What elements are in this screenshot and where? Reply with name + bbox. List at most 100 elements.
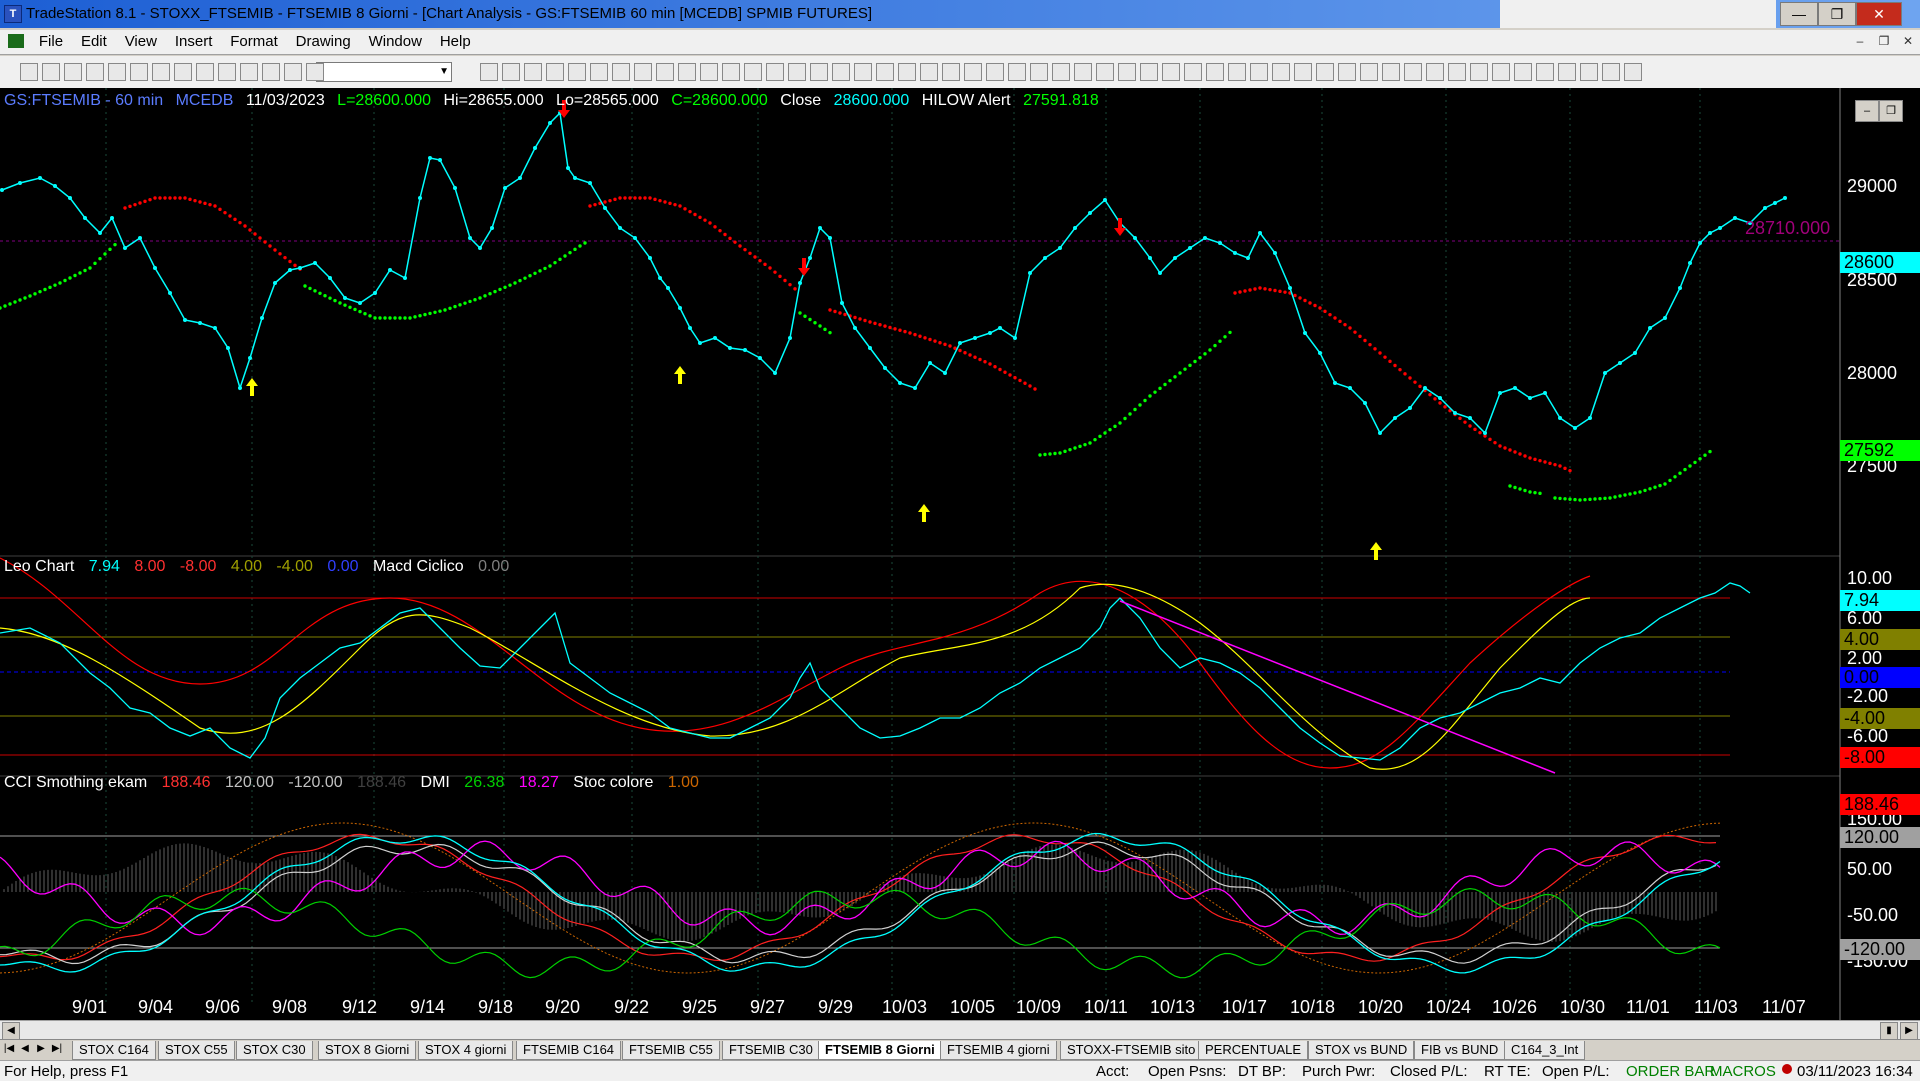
toolbar-tool-icon[interactable]: [86, 63, 104, 81]
toolbar-tool-icon[interactable]: [1624, 63, 1642, 81]
mdi-restore-icon[interactable]: ❐: [1874, 34, 1894, 50]
toolbar-tool-icon[interactable]: [1030, 63, 1048, 81]
mdi-minimize-icon[interactable]: –: [1850, 34, 1870, 50]
toolbar-tool-icon[interactable]: [1272, 63, 1290, 81]
toolbar-tool-icon[interactable]: [1250, 63, 1268, 81]
toolbar-tool-icon[interactable]: [1382, 63, 1400, 81]
workspace-tab[interactable]: FIB vs BUND: [1414, 1041, 1506, 1060]
toolbar-tool-icon[interactable]: [722, 63, 740, 81]
menu-insert[interactable]: Insert: [168, 30, 220, 53]
workspace-tab[interactable]: C164_3_Int: [1504, 1041, 1586, 1060]
toolbar-tool-icon[interactable]: [1184, 63, 1202, 81]
toolbar-tool-icon[interactable]: [568, 63, 586, 81]
minimize-button[interactable]: —: [1780, 2, 1818, 26]
toolbar-tool-icon[interactable]: [656, 63, 674, 81]
toolbar-tool-icon[interactable]: [262, 63, 280, 81]
toolbar-tool-icon[interactable]: [1228, 63, 1246, 81]
panel-restore-icon[interactable]: ❐: [1879, 100, 1903, 122]
toolbar-tool-icon[interactable]: [678, 63, 696, 81]
toolbar-tool-icon[interactable]: [1338, 63, 1356, 81]
workspace-tab[interactable]: PERCENTUALE: [1198, 1041, 1309, 1060]
menu-window[interactable]: Window: [362, 30, 429, 53]
symbol-label[interactable]: GS:FTSEMIB - 60 min: [4, 92, 163, 109]
order-bar-button[interactable]: ORDER BAR: [1626, 1063, 1715, 1080]
toolbar-tool-icon[interactable]: [240, 63, 258, 81]
panel-minimize-icon[interactable]: –: [1855, 100, 1879, 122]
menu-file[interactable]: File: [32, 30, 70, 53]
workspace-tab[interactable]: FTSEMIB 8 Giorni: [818, 1041, 942, 1060]
horizontal-scrollbar[interactable]: ◀ ▮ ▶: [0, 1020, 1920, 1040]
toolbar-tool-icon[interactable]: [766, 63, 784, 81]
toolbar-tool-icon[interactable]: [810, 63, 828, 81]
toolbar-tool-icon[interactable]: [964, 63, 982, 81]
toolbar-tool-icon[interactable]: [1536, 63, 1554, 81]
scroll-thumb[interactable]: ▮: [1880, 1022, 1898, 1040]
toolbar-tool-icon[interactable]: [1404, 63, 1422, 81]
toolbar-tool-icon[interactable]: [1052, 63, 1070, 81]
toolbar-tool-icon[interactable]: [174, 63, 192, 81]
mdi-close-icon[interactable]: ✕: [1898, 34, 1918, 50]
toolbar-tool-icon[interactable]: [854, 63, 872, 81]
scroll-left-icon[interactable]: ◀: [2, 1022, 20, 1040]
toolbar-tool-icon[interactable]: [1470, 63, 1488, 81]
toolbar-tool-icon[interactable]: [1558, 63, 1576, 81]
macros-button[interactable]: MACROS: [1710, 1063, 1776, 1080]
menu-view[interactable]: View: [118, 30, 164, 53]
toolbar-tool-icon[interactable]: [1448, 63, 1466, 81]
toolbar-tool-icon[interactable]: [1316, 63, 1334, 81]
toolbar-tool-icon[interactable]: [1514, 63, 1532, 81]
workspace-tab[interactable]: STOX 4 giorni: [418, 1041, 514, 1060]
workspace-combo[interactable]: ▼: [316, 62, 452, 82]
toolbar-tool-icon[interactable]: [1602, 63, 1620, 81]
workspace-tab[interactable]: FTSEMIB C55: [622, 1041, 720, 1060]
toolbar-tool-icon[interactable]: [1162, 63, 1180, 81]
toolbar-tool-icon[interactable]: [196, 63, 214, 81]
toolbar-tool-icon[interactable]: [1206, 63, 1224, 81]
toolbar-tool-icon[interactable]: [920, 63, 938, 81]
menu-help[interactable]: Help: [433, 30, 478, 53]
toolbar-tool-icon[interactable]: [1140, 63, 1158, 81]
menu-drawing[interactable]: Drawing: [289, 30, 358, 53]
toolbar-tool-icon[interactable]: [876, 63, 894, 81]
toolbar-tool-icon[interactable]: [700, 63, 718, 81]
toolbar-tool-icon[interactable]: [1118, 63, 1136, 81]
toolbar-tool-icon[interactable]: [130, 63, 148, 81]
workspace-tab[interactable]: FTSEMIB C30: [722, 1041, 820, 1060]
toolbar-tool-icon[interactable]: [744, 63, 762, 81]
toolbar-tool-icon[interactable]: [1580, 63, 1598, 81]
tab-prev-icon[interactable]: ◀: [18, 1042, 32, 1056]
toolbar-tool-icon[interactable]: [42, 63, 60, 81]
chart-plot[interactable]: [0, 88, 1920, 1024]
workspace-tab[interactable]: STOX 8 Giorni: [318, 1041, 417, 1060]
toolbar-tool-icon[interactable]: [108, 63, 126, 81]
toolbar-tool-icon[interactable]: [832, 63, 850, 81]
toolbar-tool-icon[interactable]: [1008, 63, 1026, 81]
toolbar-tool-icon[interactable]: [1074, 63, 1092, 81]
workspace-tab[interactable]: FTSEMIB 4 giorni: [940, 1041, 1057, 1060]
toolbar-tool-icon[interactable]: [788, 63, 806, 81]
toolbar-tool-icon[interactable]: [986, 63, 1004, 81]
workspace-tab[interactable]: FTSEMIB C164: [516, 1041, 622, 1060]
toolbar-tool-icon[interactable]: [942, 63, 960, 81]
toolbar-tool-icon[interactable]: [502, 63, 520, 81]
tab-last-icon[interactable]: ▶|: [50, 1042, 64, 1056]
toolbar-tool-icon[interactable]: [634, 63, 652, 81]
toolbar-tool-icon[interactable]: [218, 63, 236, 81]
toolbar-tool-icon[interactable]: [64, 63, 82, 81]
close-button[interactable]: ✕: [1856, 2, 1902, 26]
restore-button[interactable]: ❐: [1818, 2, 1856, 26]
workspace-tab[interactable]: STOX C164: [72, 1041, 156, 1060]
toolbar-tool-icon[interactable]: [1294, 63, 1312, 81]
toolbar-tool-icon[interactable]: [1360, 63, 1378, 81]
scroll-right-icon[interactable]: ▶: [1900, 1022, 1918, 1040]
workspace-tab[interactable]: STOX C55: [158, 1041, 235, 1060]
toolbar-tool-icon[interactable]: [612, 63, 630, 81]
menu-format[interactable]: Format: [223, 30, 285, 53]
workspace-tab[interactable]: STOX vs BUND: [1308, 1041, 1415, 1060]
toolbar-tool-icon[interactable]: [1426, 63, 1444, 81]
menu-edit[interactable]: Edit: [74, 30, 114, 53]
workspace-tab[interactable]: STOXX-FTSEMIB sito: [1060, 1041, 1203, 1060]
toolbar-tool-icon[interactable]: [1096, 63, 1114, 81]
tab-next-icon[interactable]: ▶: [34, 1042, 48, 1056]
tab-first-icon[interactable]: |◀: [2, 1042, 16, 1056]
